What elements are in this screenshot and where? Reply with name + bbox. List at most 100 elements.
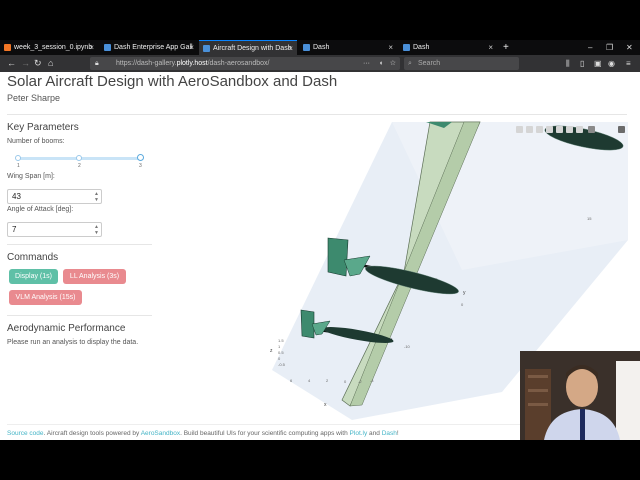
camera-icon[interactable] — [516, 126, 523, 133]
divider — [7, 315, 152, 316]
zoom-icon[interactable] — [526, 126, 533, 133]
close-window-icon[interactable]: ✕ — [626, 40, 633, 55]
url-prefix: https://dash-gallery. — [116, 60, 177, 67]
z-tick: -0.5 — [278, 362, 286, 367]
divider — [7, 114, 627, 115]
sidebar-icon[interactable]: ▯ — [580, 58, 584, 69]
footer-text: . Build beautiful UIs for your scientifi… — [180, 430, 350, 437]
spinner-icon[interactable]: ▲ ▼ — [94, 191, 99, 203]
hover-icon[interactable] — [576, 126, 583, 133]
dash-icon — [203, 45, 210, 52]
author-name: Peter Sharpe — [7, 93, 61, 103]
url-bar[interactable]: 🔒︎ https://dash-gallery.plotly.host/dash… — [90, 57, 400, 70]
page-title: Solar Aircraft Design with AeroSandbox a… — [7, 73, 338, 90]
menu-icon[interactable]: ≡ — [626, 58, 631, 69]
tab-jupyter[interactable]: week_3_session_0.ipynb × — [0, 40, 98, 55]
spinner-icon[interactable]: ▲ ▼ — [94, 224, 99, 236]
library-icon[interactable]: ⫼ — [566, 58, 570, 69]
pan-icon[interactable] — [536, 126, 543, 133]
axis-label-z: z — [270, 348, 273, 354]
aoa-input[interactable]: 7 ▲ ▼ — [7, 222, 102, 237]
footer-text: . Aircraft design tools powered by — [43, 430, 141, 437]
webcam-image — [520, 351, 640, 440]
back-icon[interactable]: ← — [7, 57, 16, 70]
tab-label: Dash — [313, 44, 330, 51]
turntable-icon[interactable] — [556, 126, 563, 133]
v-tail-mid — [327, 237, 349, 277]
vlm-analysis-button[interactable]: VLM Analysis (15s) — [9, 290, 82, 305]
tab-dash-2[interactable]: Dash × — [399, 40, 497, 55]
extension-icon[interactable]: ◉ — [608, 58, 615, 69]
reload-icon[interactable]: ↻ — [34, 57, 42, 70]
orbit-icon[interactable] — [546, 126, 553, 133]
aoa-label: Angle of Attack [deg]: — [7, 206, 74, 213]
browser-viewport: Solar Aircraft Design with AeroSandbox a… — [0, 72, 640, 440]
aero-performance-heading: Aerodynamic Performance — [7, 323, 126, 334]
footer-text: ! — [396, 430, 399, 437]
dash-icon — [303, 44, 310, 51]
lock-icon: 🔒︎ — [95, 60, 99, 67]
extension-icon[interactable]: ▣ — [594, 58, 602, 69]
y-tick: 15 — [587, 216, 592, 221]
ll-analysis-button[interactable]: LL Analysis (3s) — [63, 269, 126, 284]
dash-icon — [403, 44, 410, 51]
z-tick: 1 — [278, 344, 281, 349]
url-path: /dash-aerosandbox/ — [207, 60, 270, 67]
aero-performance-text: Please run an analysis to display the da… — [7, 339, 139, 346]
nav-bar: ← → ↻ ⌂ 🔒︎ https://dash-gallery.plotly.h… — [0, 55, 640, 72]
plotly-link[interactable]: Plot.ly — [350, 430, 368, 437]
new-tab-button[interactable]: + — [503, 40, 509, 55]
z-tick: 1.5 — [278, 338, 284, 343]
source-code-link[interactable]: Source code — [7, 430, 44, 437]
jupyter-icon — [4, 44, 11, 51]
booms-slider-tick[interactable] — [76, 155, 82, 161]
restore-icon[interactable]: ❐ — [606, 40, 613, 55]
key-parameters-heading: Key Parameters — [7, 122, 79, 133]
booms-tick-label: 2 — [78, 163, 81, 169]
plotly-logo-icon[interactable] — [618, 126, 625, 133]
booms-label: Number of booms: — [7, 138, 65, 145]
aoa-value: 7 — [12, 225, 17, 234]
tab-gallery[interactable]: Dash Enterprise App Gall × — [100, 40, 198, 55]
search-icon: ⌕ — [408, 60, 412, 67]
booms-slider-handle[interactable] — [137, 154, 144, 161]
dash-link[interactable]: Dash — [382, 430, 397, 437]
z-tick: 0.5 — [278, 350, 284, 355]
aerosandbox-link[interactable]: AeroSandbox — [141, 430, 180, 437]
close-icon[interactable]: × — [189, 40, 194, 55]
tab-aircraft[interactable]: Aircraft Design with Dash × — [199, 40, 297, 55]
bookmark-star-icon[interactable]: ☆ — [390, 57, 396, 70]
divider — [7, 244, 152, 245]
booms-tick-label: 1 — [17, 163, 20, 169]
tab-label: Dash — [413, 44, 430, 51]
plotly-logo-icon[interactable] — [588, 126, 595, 133]
page-actions-icon[interactable]: ··· — [363, 57, 370, 70]
tab-label: Aircraft Design with Dash — [213, 45, 292, 52]
footer: Source code. Aircraft design tools power… — [7, 430, 399, 437]
commands-heading: Commands — [7, 252, 59, 263]
close-icon[interactable]: × — [288, 41, 293, 55]
tab-strip: week_3_session_0.ipynb × Dash Enterprise… — [0, 40, 640, 55]
reset-camera-icon[interactable] — [566, 126, 573, 133]
home-icon[interactable]: ⌂ — [48, 57, 53, 70]
wingspan-input[interactable]: 43 ▲ ▼ — [7, 189, 102, 204]
search-placeholder: Search — [418, 60, 441, 67]
minimize-icon[interactable]: – — [588, 40, 592, 55]
tab-dash-1[interactable]: Dash × — [299, 40, 397, 55]
dash-icon — [104, 44, 111, 51]
booms-slider-tick[interactable] — [15, 155, 21, 161]
footer-text: and — [367, 430, 382, 437]
tab-label: Dash Enterprise App Gall — [114, 44, 193, 51]
search-input[interactable]: ⌕ Search — [404, 57, 519, 70]
wingspan-value: 43 — [12, 192, 21, 201]
close-icon[interactable]: × — [488, 40, 493, 55]
close-icon[interactable]: × — [89, 40, 94, 55]
y-tick: -10 — [404, 344, 411, 349]
booms-tick-label: 3 — [139, 163, 142, 169]
url-host: plotly.host — [176, 60, 208, 67]
forward-icon[interactable]: → — [21, 57, 30, 70]
webcam-overlay — [520, 351, 640, 440]
pocket-icon[interactable]: ◖ — [379, 57, 383, 70]
close-icon[interactable]: × — [388, 40, 393, 55]
display-button[interactable]: Display (1s) — [9, 269, 58, 284]
